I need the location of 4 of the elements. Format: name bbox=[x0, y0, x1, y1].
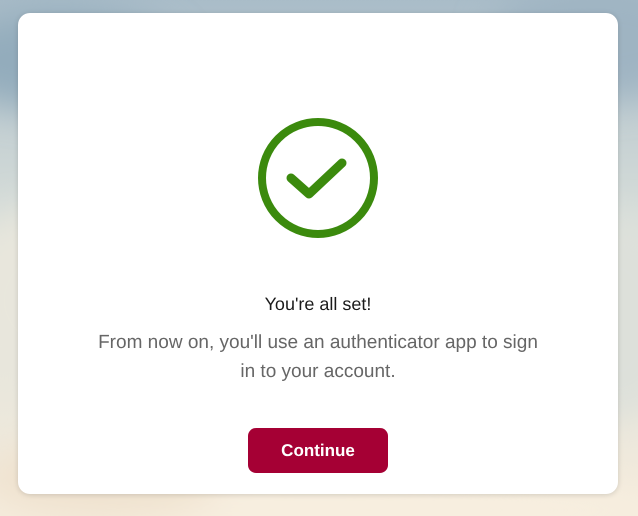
checkmark-icon bbox=[256, 116, 380, 240]
continue-button[interactable]: Continue bbox=[248, 428, 388, 473]
dialog-message: From now on, you'll use an authenticator app to sign in to your account. bbox=[98, 331, 538, 384]
dialog-title: You're all set! bbox=[264, 293, 372, 316]
